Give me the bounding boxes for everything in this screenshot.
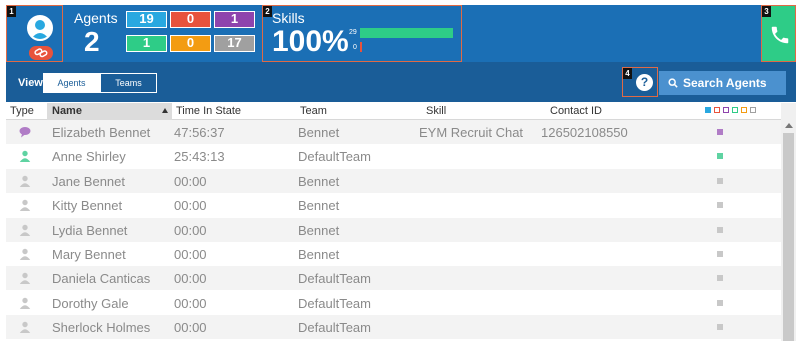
person-icon <box>19 151 31 163</box>
time-in-state-cell: 00:00 <box>174 173 207 189</box>
person-icon <box>19 199 31 212</box>
team-cell: DefaultTeam <box>298 149 371 165</box>
callout-number: 1 <box>7 6 16 17</box>
column-header-name[interactable]: Name <box>47 103 172 120</box>
callout-number: 4 <box>623 68 632 79</box>
team-cell: Bennet <box>298 173 340 189</box>
stat-badge-unavailable[interactable]: 0 <box>170 11 211 28</box>
agent-name-cell: Daniela Canticas <box>52 271 151 287</box>
column-header-team[interactable]: Team <box>300 105 327 117</box>
stat-badge-inbound[interactable]: 1 <box>126 35 167 52</box>
time-in-state-cell: 00:00 <box>174 222 207 238</box>
person-icon <box>19 273 31 285</box>
unlink-icon[interactable] <box>29 46 53 60</box>
agent-name-cell: Dorothy Gale <box>52 295 129 311</box>
agent-avatar-icon[interactable] <box>27 15 53 41</box>
agent-name-cell: Jane Bennet <box>52 173 126 189</box>
column-header-time-in-state[interactable]: Time In State <box>176 105 241 117</box>
tab-teams[interactable]: Teams <box>100 73 157 93</box>
agents-label: Agents <box>74 10 118 26</box>
search-icon <box>668 78 678 88</box>
table-row[interactable]: Jane Bennet 00:00 Bennet <box>6 168 781 193</box>
stat-badge-available[interactable]: 19 <box>126 11 167 28</box>
time-in-state-cell: 47:56:37 <box>174 125 225 140</box>
help-button[interactable]: ? <box>636 74 653 91</box>
stat-badge-outbound[interactable]: 0 <box>170 35 211 52</box>
table-row[interactable]: Sherlock Holmes 00:00 DefaultTeam <box>6 315 781 340</box>
status-indicator <box>717 153 723 160</box>
view-label: View <box>18 77 43 89</box>
table-row[interactable]: Dorothy Gale 00:00 DefaultTeam <box>6 291 781 315</box>
skills-percent: 100% <box>272 25 349 58</box>
legend-color-swatch[interactable] <box>750 107 756 113</box>
legend-color-swatch[interactable] <box>741 107 747 113</box>
chat-icon <box>19 127 31 138</box>
phone-icon <box>771 26 789 44</box>
callout-number: 2 <box>263 6 272 17</box>
agent-name-cell: Sherlock Holmes <box>52 320 151 336</box>
time-in-state-cell: 00:00 <box>174 320 207 336</box>
table-row[interactable]: Kitty Bennet 00:00 Bennet <box>6 193 781 217</box>
column-header-skill[interactable]: Skill <box>426 105 446 117</box>
stat-badge-logged-out[interactable]: 17 <box>214 35 255 52</box>
time-in-state-cell: 00:00 <box>174 271 207 287</box>
team-cell: Bennet <box>298 247 340 262</box>
table-row[interactable]: Elizabeth Bennet 47:56:37 Bennet EYM Recrui… <box>6 120 781 144</box>
sort-ascending-icon <box>162 108 168 113</box>
scroll-up-icon[interactable] <box>785 123 793 128</box>
time-in-state-cell: 25:43:13 <box>174 149 225 165</box>
legend-color-swatch[interactable] <box>705 107 711 113</box>
status-indicator <box>717 226 723 233</box>
team-cell: DefaultTeam <box>298 295 371 311</box>
time-in-state-cell: 00:00 <box>174 295 207 311</box>
legend-color-swatch[interactable] <box>732 107 738 113</box>
agent-name-cell: Anne Shirley <box>52 149 126 165</box>
status-indicator <box>717 275 723 282</box>
contact-id-cell: 126502108550 <box>541 125 628 140</box>
agents-count: 2 <box>84 26 100 57</box>
team-cell: Bennet <box>298 198 340 214</box>
agent-name-cell: Kitty Bennet <box>52 198 123 214</box>
status-indicator <box>717 177 723 184</box>
skill-bar-fill <box>360 28 453 38</box>
column-header-contact-id[interactable]: Contact ID <box>550 105 602 117</box>
person-icon <box>19 175 31 187</box>
status-indicator <box>717 324 723 331</box>
status-indicator <box>717 299 723 306</box>
agent-name-cell: Mary Bennet <box>52 247 126 262</box>
team-cell: DefaultTeam <box>298 271 371 287</box>
time-in-state-cell: 00:00 <box>174 198 207 214</box>
person-icon <box>19 297 31 309</box>
status-indicator <box>717 202 723 209</box>
person-icon <box>19 321 31 334</box>
skill-bar-label: 0 <box>353 44 357 51</box>
person-icon <box>19 224 31 236</box>
tab-agents[interactable]: Agents <box>43 73 100 93</box>
table-row[interactable]: Mary Bennet 00:00 Bennet <box>6 242 781 266</box>
legend-color-swatch[interactable] <box>723 107 729 113</box>
person-icon <box>19 248 31 260</box>
skill-bar-fill <box>360 42 362 52</box>
table-row[interactable]: Anne Shirley 25:43:13 DefaultTeam <box>6 144 781 168</box>
skill-bar-label: 29 <box>349 29 357 36</box>
team-cell: Bennet <box>298 125 340 140</box>
callout-number: 3 <box>762 6 771 17</box>
table-row[interactable]: Daniela Canticas 00:00 DefaultTeam <box>6 266 781 291</box>
table-row[interactable]: Lydia Bennet 00:00 Bennet <box>6 217 781 242</box>
team-cell: DefaultTeam <box>298 320 371 336</box>
legend-color-swatch[interactable] <box>714 107 720 113</box>
agent-name-cell: Lydia Bennet <box>52 222 128 238</box>
status-indicator <box>717 251 723 257</box>
scrollbar-thumb[interactable] <box>783 133 794 341</box>
status-indicator <box>717 129 723 135</box>
time-in-state-cell: 00:00 <box>174 247 207 262</box>
skills-label: Skills <box>272 10 305 26</box>
skill-cell: EYM Recruit Chat <box>419 125 524 140</box>
team-cell: Bennet <box>298 222 340 238</box>
column-header-type[interactable]: Type <box>10 105 34 117</box>
search-agents-button[interactable]: Search Agents <box>659 71 786 95</box>
stat-badge-working[interactable]: 1 <box>214 11 255 28</box>
agent-name-cell: Elizabeth Bennet <box>52 125 151 140</box>
